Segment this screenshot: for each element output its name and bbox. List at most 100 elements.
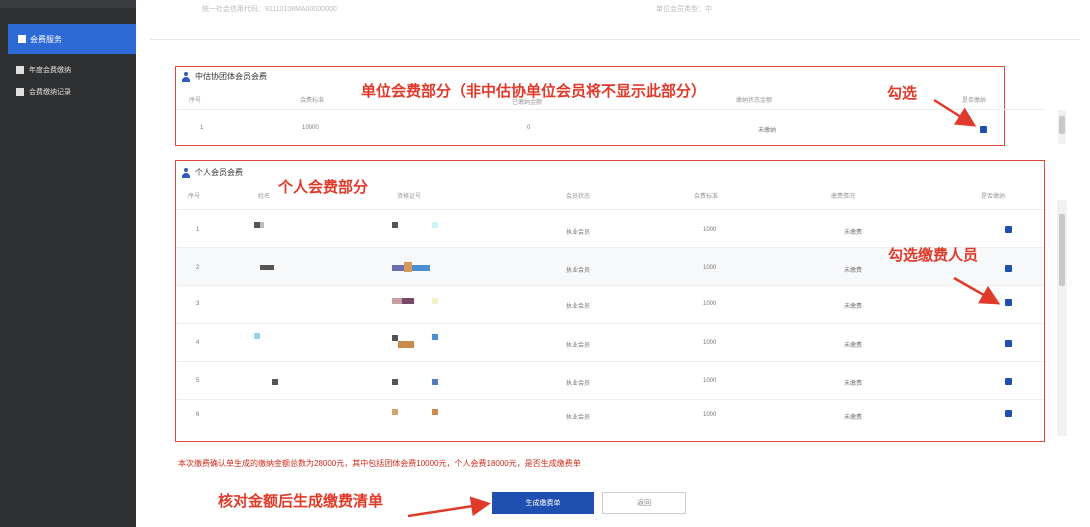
- individual-fee-section: 个人会员会费 序号 姓名 资格证号 会员状态 会费标准 缴费情况 是否缴纳 1 …: [175, 160, 1045, 442]
- redacted-name: [260, 265, 274, 270]
- group-fee-section: 中估协团体会员会费 序号 会费标准 已缴纳金额 缴纳状态金额 是否缴纳 1 10…: [175, 66, 1046, 146]
- redacted-cert: [432, 379, 438, 385]
- redacted-cert: [432, 298, 438, 304]
- row-checkbox[interactable]: [1005, 340, 1012, 347]
- sidebar: 会费服务 年度会费缴纳 会费缴纳记录: [0, 0, 136, 527]
- generate-bill-button[interactable]: 生成缴费单: [492, 492, 594, 514]
- row-fee: 1000: [703, 378, 717, 384]
- row-index: 2: [196, 265, 200, 271]
- divider: [176, 109, 1046, 110]
- group-fee-checkbox[interactable]: [980, 126, 987, 133]
- row-index: 1: [196, 227, 200, 233]
- row-status: 执业会员: [566, 343, 591, 349]
- col-header-member-status: 会员状态: [566, 194, 591, 200]
- redacted-name: [272, 379, 278, 385]
- table-row[interactable]: 4 执业会员 1000 未缴费: [176, 324, 1044, 362]
- redacted-cert: [392, 265, 404, 271]
- group-row-status: 未缴纳: [758, 128, 777, 134]
- row-status: 执业会员: [566, 415, 591, 421]
- row-checkbox[interactable]: [1005, 226, 1012, 233]
- row-pay-status: 未缴费: [844, 381, 863, 387]
- sidebar-header: [0, 0, 136, 8]
- group-icon: [181, 71, 191, 82]
- row-fee: 1000: [703, 412, 717, 418]
- row-pay-status: 未缴费: [844, 230, 863, 236]
- row-fee: 1000: [703, 265, 717, 271]
- group-row-index: 1: [200, 125, 204, 131]
- individual-fee-title-text: 个人会员会费: [195, 168, 243, 177]
- redacted-cert: [432, 409, 438, 415]
- row-pay-status: 未缴费: [844, 343, 863, 349]
- redacted-cert: [402, 298, 414, 304]
- redacted-cert: [398, 341, 414, 348]
- row-index: 6: [196, 412, 200, 418]
- table-row[interactable]: 1 执业会员 1000 未缴费: [176, 210, 1044, 248]
- scroll-thumb[interactable]: [1059, 214, 1065, 286]
- summary-text: 本次缴费确认单生成的缴纳金额总数为28000元，其中包括团体会费10000元，个…: [178, 459, 581, 468]
- sidebar-item-label: 年度会费缴纳: [29, 67, 71, 74]
- sidebar-item-annual-fee[interactable]: 年度会费缴纳: [16, 60, 134, 80]
- col-header-standard: 会费标准: [300, 98, 325, 104]
- row-status: 执业会员: [566, 381, 591, 387]
- redacted-cert: [392, 409, 398, 415]
- annotation-check-payers: 勾选缴费人员: [888, 247, 979, 264]
- row-checkbox[interactable]: [1005, 378, 1012, 385]
- col-header-status: 缴纳状态金额: [736, 98, 773, 104]
- redacted-cert: [392, 379, 398, 385]
- redacted-cert: [392, 222, 398, 228]
- redacted-cert: [412, 265, 430, 271]
- row-fee: 1000: [703, 340, 717, 346]
- sidebar-item-fee-service[interactable]: 会费服务: [8, 24, 136, 54]
- arrow-generate: [407, 496, 491, 518]
- info-strip: 统一社会信用代码：91110108MA00000000 单位会员类型：中: [150, 0, 1080, 20]
- sidebar-item-fee-records[interactable]: 会费缴纳记录: [16, 82, 134, 102]
- group-row-standard: 10000: [302, 125, 319, 131]
- col-header-fee: 会费标准: [694, 194, 719, 200]
- table-row[interactable]: 6 执业会员 1000 未缴费: [176, 400, 1044, 438]
- row-pay-status: 未缴费: [844, 268, 863, 274]
- back-button[interactable]: 返回: [602, 492, 686, 514]
- row-pay-status: 未缴费: [844, 304, 863, 310]
- row-checkbox[interactable]: [1005, 299, 1012, 306]
- row-checkbox[interactable]: [1005, 265, 1012, 272]
- row-fee: 1000: [703, 227, 717, 233]
- table-row[interactable]: 3 执业会员 1000 未缴费: [176, 286, 1044, 324]
- col-header-index: 序号: [189, 98, 202, 104]
- row-fee: 1000: [703, 301, 717, 307]
- col-header-name: 姓名: [258, 194, 271, 200]
- group-scrollbar[interactable]: [1058, 110, 1066, 144]
- row-status: 执业会员: [566, 230, 591, 236]
- user-icon: [18, 35, 26, 43]
- annotation-personal-fee: 个人会费部分: [278, 179, 369, 196]
- annotation-unit-fee: 单位会费部分（非中估协单位会员将不显示此部分）: [361, 83, 707, 100]
- row-status: 执业会员: [566, 304, 591, 310]
- scroll-thumb[interactable]: [1059, 116, 1065, 134]
- col-header-pay-status: 缴费情况: [831, 194, 856, 200]
- divider: [150, 39, 1080, 40]
- redacted-cert: [432, 222, 438, 228]
- redacted-cert: [404, 262, 412, 272]
- group-fee-title-text: 中估协团体会员会费: [195, 72, 267, 81]
- individual-fee-title: 个人会员会费: [181, 167, 243, 178]
- row-checkbox[interactable]: [1005, 410, 1012, 417]
- table-row[interactable]: 5 执业会员 1000 未缴费: [176, 362, 1044, 400]
- row-index: 4: [196, 340, 200, 346]
- group-fee-title: 中估协团体会员会费: [181, 71, 267, 82]
- row-index: 5: [196, 378, 200, 384]
- col-header-index: 序号: [188, 194, 201, 200]
- individual-scrollbar[interactable]: [1057, 200, 1067, 436]
- row-pay-status: 未缴费: [844, 415, 863, 421]
- col-header-select: 是否缴纳: [962, 98, 987, 104]
- group-row-paid: 0: [527, 125, 531, 131]
- person-icon: [181, 167, 191, 178]
- credit-code-text: 统一社会信用代码：91110108MA00000000: [202, 6, 337, 13]
- member-type-text: 单位会员类型：中: [656, 6, 712, 13]
- annotation-check: 勾选: [887, 85, 918, 102]
- sidebar-item-label: 会费服务: [30, 34, 62, 44]
- annotation-generate: 核对金额后生成缴费清单: [218, 493, 384, 510]
- redacted-cert: [432, 334, 438, 340]
- row-status: 执业会员: [566, 268, 591, 274]
- sidebar-item-label: 会费缴纳记录: [29, 89, 71, 96]
- redacted-cert: [392, 298, 402, 304]
- list-icon: [16, 88, 24, 96]
